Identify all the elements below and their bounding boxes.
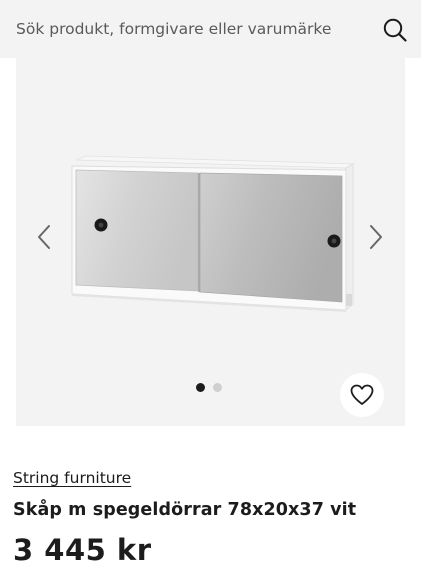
gallery-pagination — [196, 383, 222, 393]
product-price: 3 445 kr — [13, 533, 152, 567]
product-gallery — [16, 58, 405, 426]
chevron-left-icon — [38, 225, 50, 249]
previous-image-button[interactable] — [31, 220, 57, 254]
search-input[interactable] — [16, 16, 366, 42]
heart-icon — [350, 384, 374, 405]
product-title: Skåp m spegeldörrar 78x20x37 vit — [13, 500, 357, 520]
favorite-button[interactable] — [340, 373, 384, 417]
pagination-dot-active[interactable] — [196, 383, 205, 392]
search-button[interactable] — [382, 17, 408, 43]
pagination-dot[interactable] — [213, 383, 222, 392]
chevron-right-icon — [370, 225, 382, 249]
product-image — [71, 155, 355, 312]
search-icon — [383, 18, 407, 42]
search-bar — [0, 0, 421, 58]
brand-link[interactable]: String furniture — [13, 469, 131, 487]
next-image-button[interactable] — [363, 220, 389, 254]
